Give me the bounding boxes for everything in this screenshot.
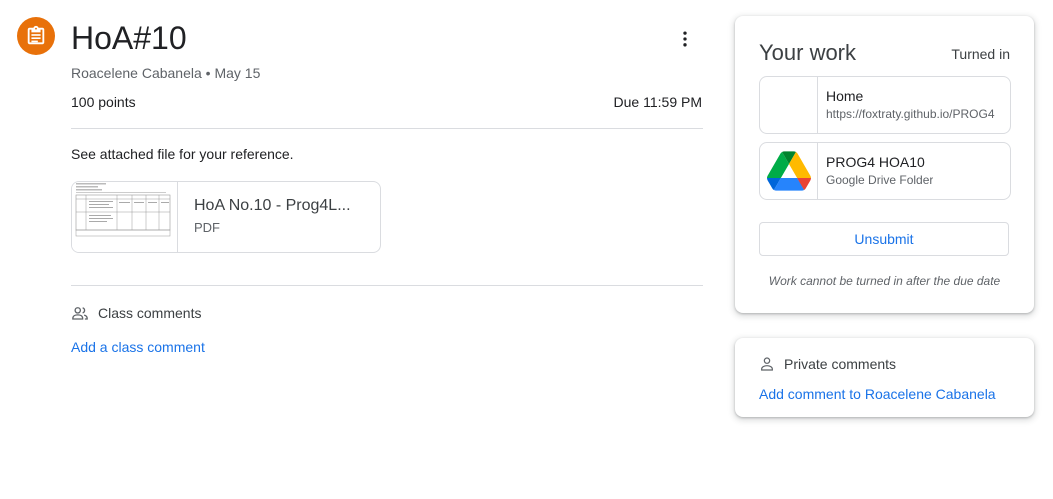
assignment-description: See attached file for your reference. — [71, 146, 294, 162]
attachment-thumbnail — [72, 182, 178, 252]
add-class-comment-link[interactable]: Add a class comment — [71, 339, 205, 355]
assignment-title: HoA#10 — [71, 20, 187, 56]
work-item-link[interactable]: Home https://foxtraty.github.io/PROG4 — [759, 76, 1011, 134]
attachment-title: HoA No.10 - Prog4L... — [194, 197, 351, 214]
work-item-title: PROG4 HOA10 — [826, 154, 925, 170]
people-icon — [72, 307, 88, 320]
clipboard-icon — [27, 25, 45, 45]
pdf-attachment[interactable]: HoA No.10 - Prog4L... PDF — [71, 181, 381, 253]
points: 100 points — [71, 94, 136, 110]
attachment-type: PDF — [194, 220, 220, 235]
due-time: Due 11:59 PM — [613, 94, 702, 110]
your-work-card: Your work Turned in Home https://foxtrat… — [735, 16, 1034, 313]
unsubmit-button[interactable]: Unsubmit — [759, 222, 1009, 256]
work-item-type: Google Drive Folder — [826, 173, 934, 187]
author-name: Roacelene Cabanela — [71, 65, 202, 81]
google-drive-logo-icon — [766, 151, 811, 191]
divider — [71, 285, 703, 286]
divider — [71, 128, 703, 129]
work-item-title: Home — [826, 88, 864, 104]
add-private-comment-link[interactable]: Add comment to Roacelene Cabanela — [759, 386, 996, 402]
assignment-icon — [17, 17, 55, 55]
google-drive-icon — [760, 143, 818, 199]
class-comments-header: Class comments — [71, 304, 201, 322]
private-comments-header: Private comments — [759, 356, 896, 372]
posted-date: May 15 — [214, 65, 261, 81]
your-work-title: Your work — [759, 40, 857, 65]
class-comments-title: Class comments — [98, 305, 202, 321]
work-item-url: https://foxtraty.github.io/PROG4 — [826, 107, 995, 121]
person-icon — [761, 357, 773, 371]
more-options-button[interactable] — [670, 24, 700, 54]
assignment-meta: Roacelene Cabanela • May 15 — [71, 65, 261, 81]
web-page-icon — [760, 77, 818, 133]
work-item-drive-folder[interactable]: PROG4 HOA10 Google Drive Folder — [759, 142, 1011, 200]
private-comments-card: Private comments Add comment to Roacelen… — [735, 338, 1034, 417]
more-vert-icon — [683, 31, 687, 47]
document-preview-icon — [75, 183, 171, 237]
work-status: Turned in — [951, 46, 1010, 62]
due-date-note: Work cannot be turned in after the due d… — [768, 274, 1001, 288]
private-comments-title: Private comments — [784, 356, 897, 372]
